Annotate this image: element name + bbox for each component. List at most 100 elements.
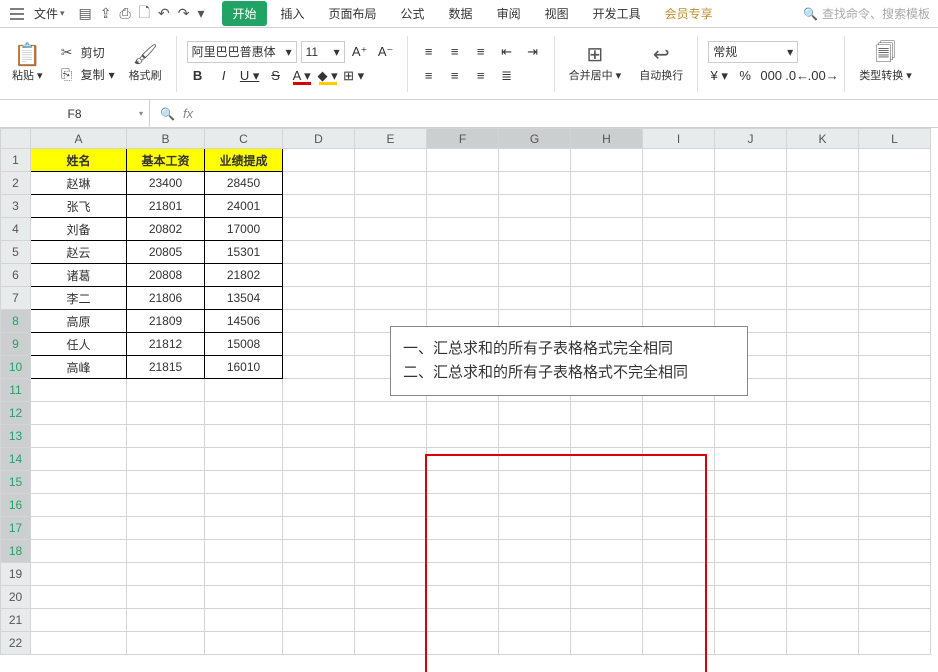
tab-dev-tools[interactable]: 开发工具 [583, 1, 651, 26]
cell-J14[interactable] [715, 448, 787, 471]
cell-H4[interactable] [571, 218, 643, 241]
cell-D9[interactable] [283, 333, 355, 356]
cell-E13[interactable] [355, 425, 427, 448]
cell-J22[interactable] [715, 632, 787, 655]
col-header-I[interactable]: I [643, 129, 715, 149]
cell-L10[interactable] [859, 356, 931, 379]
cell-B10[interactable]: 21815 [127, 356, 205, 379]
print-icon[interactable]: ⎙ [120, 5, 131, 22]
col-header-C[interactable]: C [205, 129, 283, 149]
col-header-G[interactable]: G [499, 129, 571, 149]
cell-D19[interactable] [283, 563, 355, 586]
cell-J21[interactable] [715, 609, 787, 632]
cell-L6[interactable] [859, 264, 931, 287]
cell-A1[interactable]: 姓名 [31, 149, 127, 172]
cell-K8[interactable] [787, 310, 859, 333]
cell-L18[interactable] [859, 540, 931, 563]
cell-C3[interactable]: 24001 [205, 195, 283, 218]
cell-J5[interactable] [715, 241, 787, 264]
cell-K1[interactable] [787, 149, 859, 172]
cell-E14[interactable] [355, 448, 427, 471]
cell-G1[interactable] [499, 149, 571, 172]
cell-L17[interactable] [859, 517, 931, 540]
row-header-15[interactable]: 15 [1, 471, 31, 494]
col-header-L[interactable]: L [859, 129, 931, 149]
cell-K18[interactable] [787, 540, 859, 563]
cell-D16[interactable] [283, 494, 355, 517]
increase-font-icon[interactable]: A⁺ [349, 41, 371, 63]
col-header-H[interactable]: H [571, 129, 643, 149]
underline-button[interactable]: U ▾ [239, 65, 261, 87]
cell-A9[interactable]: 任人 [31, 333, 127, 356]
cell-B16[interactable] [127, 494, 205, 517]
tab-view[interactable]: 视图 [535, 1, 579, 26]
cell-A21[interactable] [31, 609, 127, 632]
cell-A15[interactable] [31, 471, 127, 494]
cell-J3[interactable] [715, 195, 787, 218]
cell-D10[interactable] [283, 356, 355, 379]
cell-F4[interactable] [427, 218, 499, 241]
align-left-icon[interactable]: ≡ [418, 65, 440, 87]
select-all-corner[interactable] [1, 129, 31, 149]
cell-I7[interactable] [643, 287, 715, 310]
cell-A5[interactable]: 赵云 [31, 241, 127, 264]
cell-D17[interactable] [283, 517, 355, 540]
merge-label[interactable]: 合并居中 ▾ [569, 67, 622, 83]
fx-search-icon[interactable]: 🔍 [160, 107, 175, 121]
tab-start[interactable]: 开始 [222, 1, 266, 26]
row-header-16[interactable]: 16 [1, 494, 31, 517]
align-middle-icon[interactable]: ≡ [444, 41, 466, 63]
cell-E4[interactable] [355, 218, 427, 241]
cell-G5[interactable] [499, 241, 571, 264]
font-size-select[interactable]: 11▾ [301, 41, 345, 63]
cell-L3[interactable] [859, 195, 931, 218]
col-header-A[interactable]: A [31, 129, 127, 149]
cell-L9[interactable] [859, 333, 931, 356]
font-color-button[interactable]: A ▾ [291, 65, 313, 87]
align-center-icon[interactable]: ≡ [444, 65, 466, 87]
cell-A16[interactable] [31, 494, 127, 517]
cell-A10[interactable]: 高峰 [31, 356, 127, 379]
cell-C16[interactable] [205, 494, 283, 517]
wrap-label[interactable]: 自动换行 [639, 67, 683, 83]
format-painter-label[interactable]: 格式刷 [129, 67, 162, 83]
tab-page-layout[interactable]: 页面布局 [319, 1, 387, 26]
row-header-19[interactable]: 19 [1, 563, 31, 586]
cell-K9[interactable] [787, 333, 859, 356]
copy-button[interactable]: ⎘复制 ▾ [57, 65, 115, 85]
col-header-D[interactable]: D [283, 129, 355, 149]
indent-right-icon[interactable]: ⇥ [522, 41, 544, 63]
cell-B17[interactable] [127, 517, 205, 540]
cell-J19[interactable] [715, 563, 787, 586]
row-header-11[interactable]: 11 [1, 379, 31, 402]
cell-B11[interactable] [127, 379, 205, 402]
font-name-select[interactable]: 阿里巴巴普惠体▾ [187, 41, 297, 63]
align-bottom-icon[interactable]: ≡ [470, 41, 492, 63]
cell-L5[interactable] [859, 241, 931, 264]
cell-K12[interactable] [787, 402, 859, 425]
cell-E21[interactable] [355, 609, 427, 632]
row-header-5[interactable]: 5 [1, 241, 31, 264]
cell-G12[interactable] [499, 402, 571, 425]
cell-A3[interactable]: 张飞 [31, 195, 127, 218]
align-right-icon[interactable]: ≡ [470, 65, 492, 87]
cell-C19[interactable] [205, 563, 283, 586]
qat-more-icon[interactable]: ▾ [197, 5, 204, 22]
cell-B1[interactable]: 基本工资 [127, 149, 205, 172]
row-header-10[interactable]: 10 [1, 356, 31, 379]
cell-C11[interactable] [205, 379, 283, 402]
cell-K13[interactable] [787, 425, 859, 448]
cell-C17[interactable] [205, 517, 283, 540]
cell-B2[interactable]: 23400 [127, 172, 205, 195]
cell-D15[interactable] [283, 471, 355, 494]
cell-D11[interactable] [283, 379, 355, 402]
cell-E18[interactable] [355, 540, 427, 563]
cell-F13[interactable] [427, 425, 499, 448]
cell-C8[interactable]: 14506 [205, 310, 283, 333]
cell-K16[interactable] [787, 494, 859, 517]
cell-L21[interactable] [859, 609, 931, 632]
cell-L13[interactable] [859, 425, 931, 448]
cell-C13[interactable] [205, 425, 283, 448]
cell-D4[interactable] [283, 218, 355, 241]
cell-D20[interactable] [283, 586, 355, 609]
